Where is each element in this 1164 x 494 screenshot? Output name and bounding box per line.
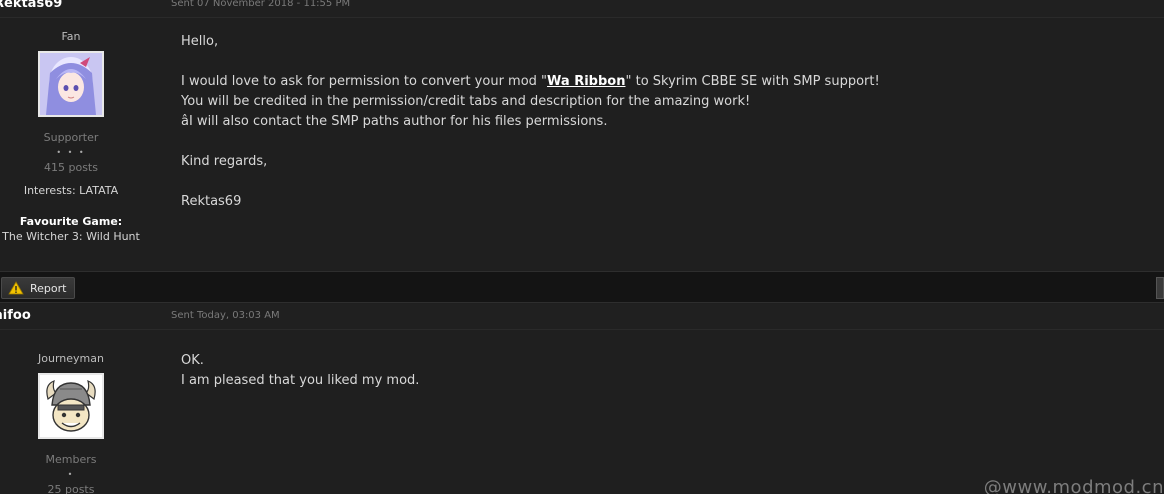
author-name[interactable]: aifoo <box>0 308 31 323</box>
message-line: Rektas69 <box>181 194 242 209</box>
message-post: Rektas69 Sent 07 November 2018 - 11:55 P… <box>0 0 1164 272</box>
favourite-game-value: The Witcher 3: Wild Hunt <box>2 230 140 243</box>
rank-pips: • • • <box>56 148 86 157</box>
favourite-game-label: Favourite Game: <box>19 215 123 228</box>
post-header: Rektas69 Sent 07 November 2018 - 11:55 P… <box>0 0 1164 18</box>
message-line: I am pleased that you liked my mod. <box>181 373 420 388</box>
warning-icon <box>8 281 24 295</box>
message-line: I would love to ask for permission to co… <box>181 74 880 89</box>
author-name[interactable]: Rektas69 <box>0 0 62 11</box>
bar-edge-control[interactable] <box>1156 277 1164 299</box>
mod-link[interactable]: Wa Ribbon <box>547 74 625 89</box>
post-header: aifoo Sent Today, 03:03 AM <box>0 304 1164 330</box>
member-group: Members <box>45 453 97 466</box>
post-count: 25 posts <box>47 483 95 494</box>
post-count: 415 posts <box>44 161 98 174</box>
message-line: âI will also contact the SMP paths autho… <box>181 114 608 129</box>
user-info-panel: Journeyman Members • 25 posts <box>0 352 142 494</box>
site-watermark: @www.modmod.cn <box>983 477 1164 494</box>
message-line: You will be credited in the permission/c… <box>181 94 751 109</box>
report-button-label: Report <box>30 281 67 295</box>
avatar[interactable] <box>38 373 104 439</box>
member-rank: Fan <box>61 30 81 43</box>
avatar[interactable] <box>38 51 104 117</box>
message-line: OK. <box>181 353 204 368</box>
message-body: OK. I am pleased that you liked my mod. <box>181 351 419 391</box>
report-button[interactable]: Report <box>1 277 75 299</box>
post-controls-bar: Report <box>0 271 1164 303</box>
message-line: Hello, <box>181 34 219 49</box>
user-info-panel: Fan Supporter • • • 415 posts Interests:… <box>0 30 142 243</box>
member-rank: Journeyman <box>38 352 104 365</box>
anime-avatar-image <box>40 53 102 115</box>
member-group: Supporter <box>43 131 99 144</box>
post-date: Sent 07 November 2018 - 11:55 PM <box>171 0 351 9</box>
dovahkiin-helmet-avatar-image <box>40 375 102 437</box>
interests-field: Interests: LATATA <box>23 184 119 197</box>
message-post: aifoo Sent Today, 03:03 AM Journeyman Me… <box>0 304 1164 494</box>
message-line: Kind regards, <box>181 154 268 169</box>
message-body: Hello, I would love to ask for permissio… <box>181 32 880 212</box>
post-date: Sent Today, 03:03 AM <box>171 310 280 321</box>
rank-pips: • <box>67 470 75 479</box>
